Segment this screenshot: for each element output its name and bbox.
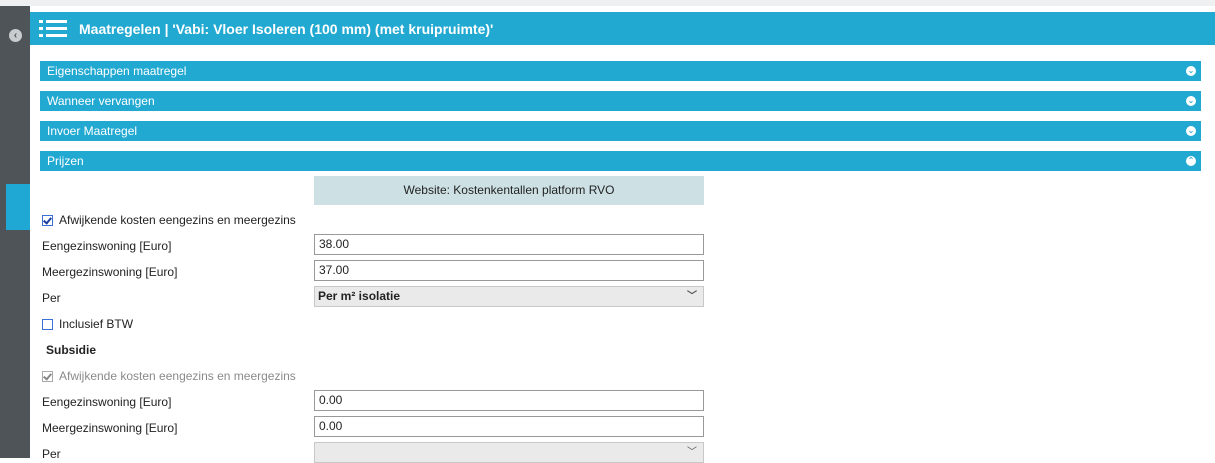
chevron-down-circle-icon[interactable]: ⌄ bbox=[1186, 66, 1196, 76]
subsidie-afwijkende-row: Afwijkende kosten eengezins en meergezin… bbox=[42, 369, 296, 383]
eengezins-price-input[interactable]: 38.00 bbox=[314, 234, 704, 255]
section-invoer-maatregel[interactable]: Invoer Maatregel ⌄ bbox=[40, 121, 1201, 141]
afwijkende-kosten-checkbox-row[interactable]: Afwijkende kosten eengezins en meergezin… bbox=[42, 213, 296, 227]
inclusief-btw-checkbox[interactable] bbox=[42, 318, 53, 330]
subsidie-heading: Subsidie bbox=[46, 343, 97, 357]
subsidie-afwijkende-checkbox bbox=[42, 370, 53, 382]
sidebar-active-indicator bbox=[6, 184, 30, 230]
meergezins-label: Meergezinswoning [Euro] bbox=[42, 265, 178, 279]
chevron-down-icon: ﹀ bbox=[687, 447, 697, 458]
website-rvo-button[interactable]: Website: Kostenkentallen platform RVO bbox=[314, 176, 704, 205]
meergezins-price-input[interactable]: 37.00 bbox=[314, 260, 704, 281]
subsidie-meergezins-input[interactable]: 0.00 bbox=[314, 416, 704, 437]
page-header: Maatregelen | 'Vabi: Vloer Isoleren (100… bbox=[30, 12, 1215, 45]
chevron-down-circle-icon[interactable]: ⌄ bbox=[1186, 96, 1196, 106]
section-eigenschappen[interactable]: Eigenschappen maatregel ⌄ bbox=[40, 61, 1201, 81]
top-strip bbox=[0, 0, 1215, 6]
chevron-down-circle-icon[interactable]: ⌄ bbox=[1186, 126, 1196, 136]
per-select-value: Per m² isolatie bbox=[318, 289, 401, 303]
per-label: Per bbox=[42, 291, 61, 305]
inclusief-btw-row[interactable]: Inclusief BTW bbox=[42, 317, 133, 331]
section-wanneer-vervangen[interactable]: Wanneer vervangen ⌄ bbox=[40, 91, 1201, 111]
section-prijzen[interactable]: Prijzen ⌃ bbox=[40, 151, 1201, 171]
left-sidebar bbox=[0, 6, 30, 458]
section-label: Eigenschappen maatregel bbox=[47, 64, 187, 78]
section-label: Wanneer vervangen bbox=[47, 94, 155, 108]
subsidie-afwijkende-label: Afwijkende kosten eengezins en meergezin… bbox=[59, 369, 296, 383]
subsidie-per-label: Per bbox=[42, 447, 61, 461]
chevron-down-icon: ﹀ bbox=[687, 291, 697, 302]
section-label: Invoer Maatregel bbox=[47, 124, 138, 138]
eengezins-label: Eengezinswoning [Euro] bbox=[42, 239, 172, 253]
afwijkende-kosten-checkbox[interactable] bbox=[42, 214, 53, 226]
list-menu-icon[interactable] bbox=[39, 18, 67, 40]
afwijkende-kosten-label: Afwijkende kosten eengezins en meergezin… bbox=[59, 213, 296, 227]
subsidie-per-select: ﹀ bbox=[314, 442, 704, 463]
per-select[interactable]: Per m² isolatie ﹀ bbox=[314, 286, 704, 307]
chevron-up-circle-icon[interactable]: ⌃ bbox=[1186, 156, 1196, 166]
subsidie-eengezins-label: Eengezinswoning [Euro] bbox=[42, 395, 172, 409]
subsidie-meergezins-label: Meergezinswoning [Euro] bbox=[42, 421, 178, 435]
subsidie-eengezins-input[interactable]: 0.00 bbox=[314, 390, 704, 411]
page-title: Maatregelen | 'Vabi: Vloer Isoleren (100… bbox=[79, 20, 494, 37]
collapse-sidebar-icon[interactable]: ‹ bbox=[9, 29, 22, 42]
inclusief-btw-label: Inclusief BTW bbox=[59, 317, 134, 331]
section-label: Prijzen bbox=[47, 154, 84, 168]
